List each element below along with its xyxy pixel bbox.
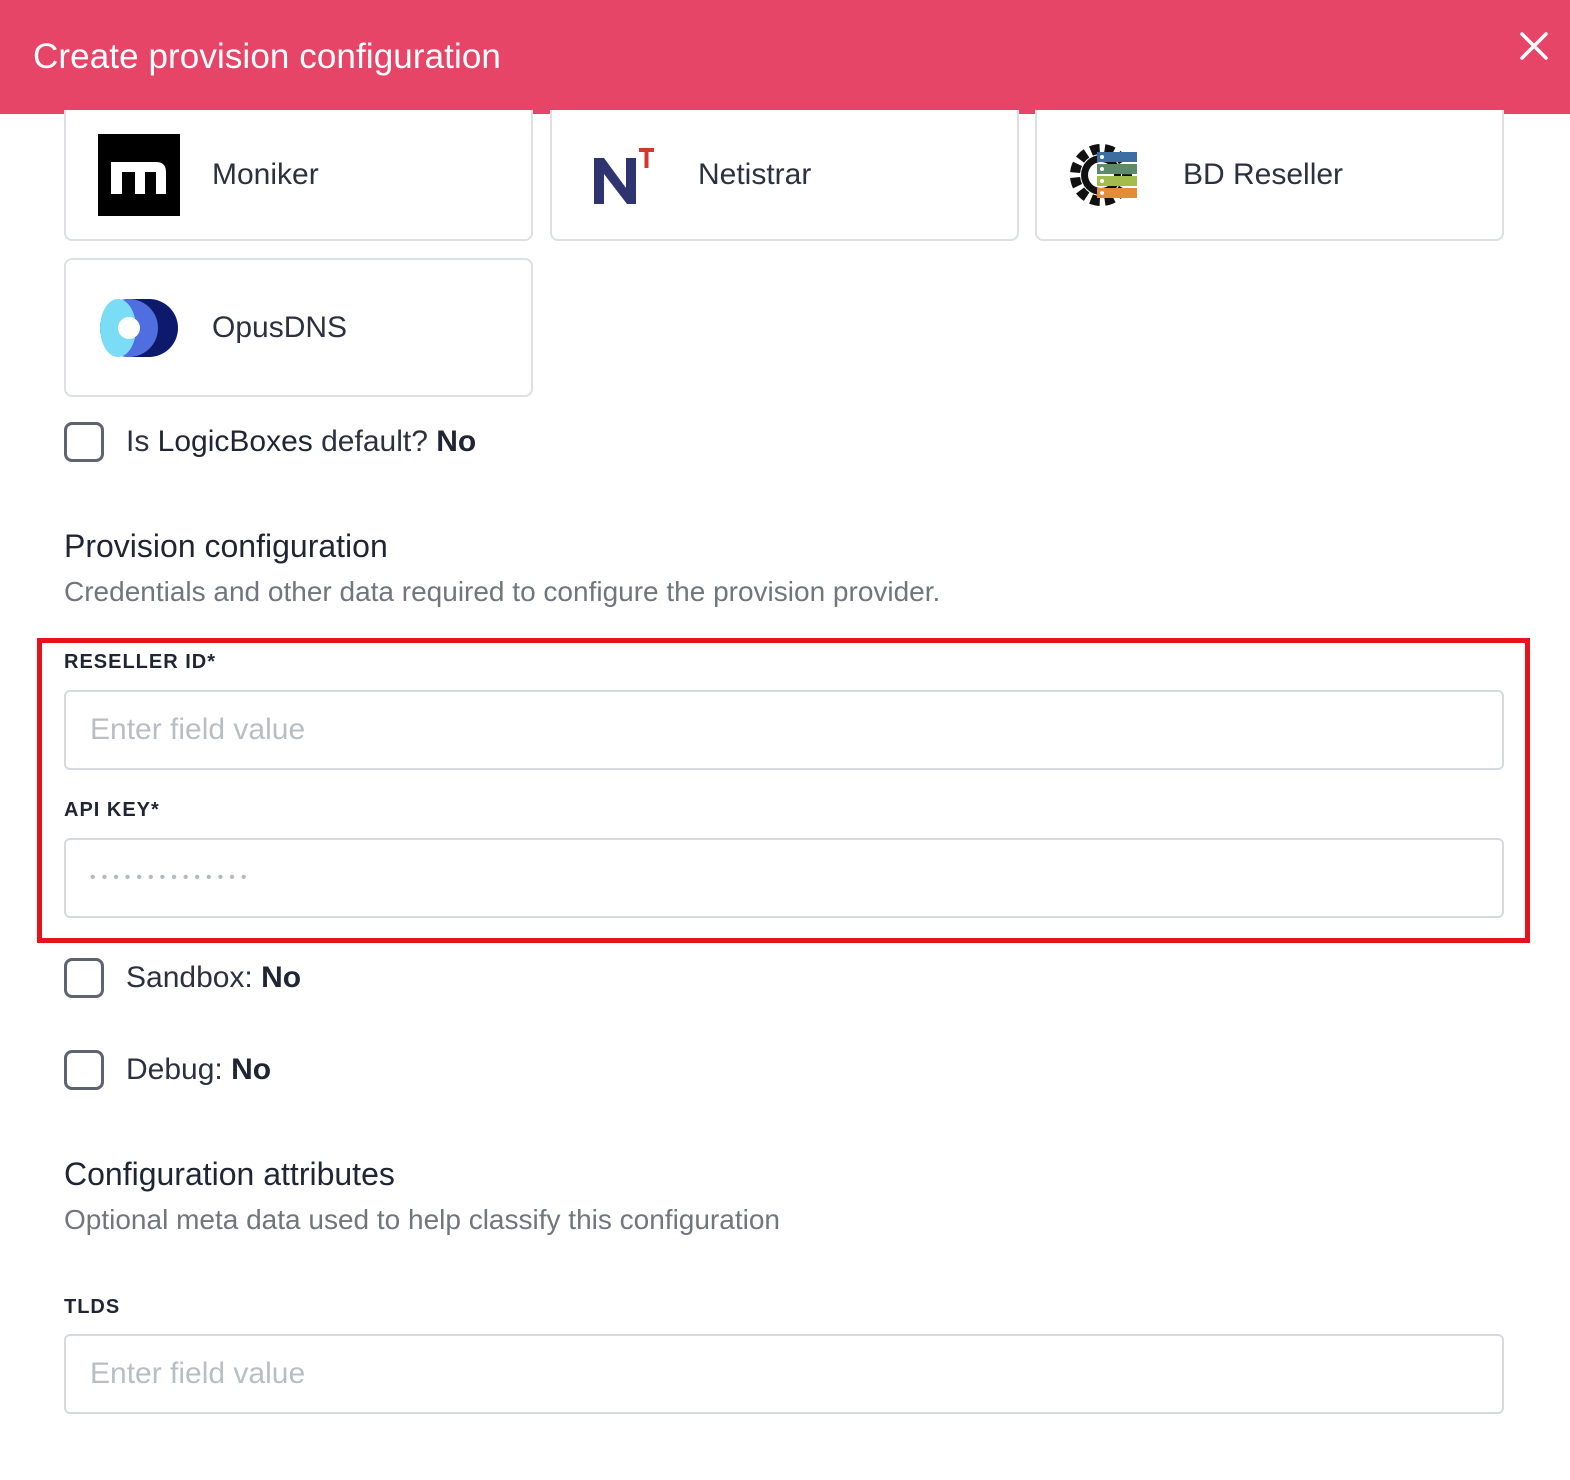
sandbox-toggle: Sandbox: No [64,958,301,998]
default-label-provider: LogicBoxes [157,425,313,458]
provision-section-description: Credentials and other data required to c… [64,576,941,607]
provision-section-title: Provision configuration [64,528,388,564]
provider-name: Netistrar [698,157,812,191]
provider-card-netistrar[interactable]: Netistrar [550,110,1019,241]
default-label-suffix: default? [312,425,437,458]
reseller-id-input[interactable] [64,690,1504,770]
sandbox-checkbox[interactable] [64,958,104,998]
dialog-header: Create provision configuration [0,0,1570,114]
netistrar-logo-icon [584,134,666,216]
provider-card-moniker[interactable]: Moniker [64,110,533,241]
provider-name: Moniker [212,157,319,191]
api-key-label: API KEY* [64,799,160,821]
debug-checkbox[interactable] [64,1050,104,1090]
logicboxes-default-toggle: Is LogicBoxes default? No [64,422,476,462]
default-value: No [436,425,477,458]
default-label-prefix: Is [126,425,158,458]
provider-name: OpusDNS [212,310,348,344]
tlds-label: TLDS [64,1296,121,1318]
provider-name: BD Reseller [1183,157,1344,191]
default-checkbox[interactable] [64,422,104,462]
tlds-input[interactable] [64,1334,1504,1414]
debug-label: Debug: [126,1053,232,1086]
provider-card-opusdns[interactable]: OpusDNS [64,258,533,397]
dialog-title: Create provision configuration [33,37,501,76]
attributes-section-title: Configuration attributes [64,1156,395,1192]
moniker-logo-icon [98,133,180,216]
debug-toggle: Debug: No [64,1050,271,1090]
bd-reseller-logo-icon [1069,134,1151,216]
debug-value: No [231,1053,272,1086]
provider-card-bd-reseller[interactable]: BD Reseller [1035,110,1504,241]
opusdns-logo-icon [98,287,180,369]
attributes-section-description: Optional meta data used to help classify… [64,1204,780,1235]
sandbox-label: Sandbox: [126,961,262,994]
close-icon[interactable] [1518,30,1550,62]
sandbox-value: No [261,961,302,994]
api-key-input[interactable] [64,838,1504,918]
reseller-id-label: RESELLER ID* [64,651,217,673]
